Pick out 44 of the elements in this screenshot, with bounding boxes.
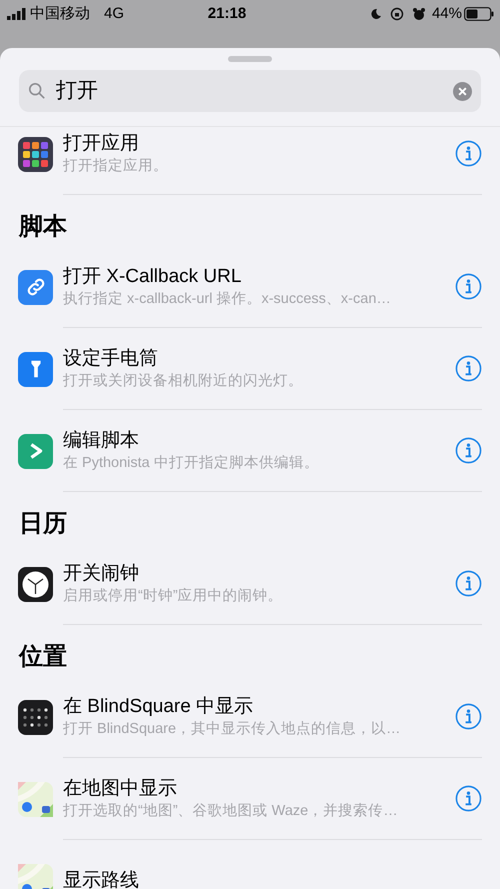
grabber-handle[interactable] — [228, 56, 272, 62]
map-icon — [18, 782, 53, 816]
action-title: 设定手电筒 — [63, 346, 159, 370]
signal-icon — [6, 8, 28, 20]
info-icon[interactable] — [455, 570, 482, 597]
action-title: 打开 X-Callback URL — [63, 264, 242, 288]
network-type: 4G — [104, 4, 124, 24]
link-icon — [18, 270, 53, 304]
carrier-name: 中国移动 — [30, 4, 90, 24]
info-icon[interactable] — [455, 703, 482, 730]
action-description: 打开 BlindSquare，其中显示传入地点的信息，以… — [63, 720, 402, 738]
dot-grid-icon — [18, 700, 53, 734]
action-description: 执行指定 x-callback-url 操作。x-success、x-can… — [63, 290, 392, 308]
action-description: 启用或停用“时钟”应用中的闹钟。 — [63, 586, 284, 606]
action-title: 编辑脚本 — [63, 428, 140, 452]
section-header: 日历 — [19, 509, 67, 539]
clock-time: 21:18 — [208, 4, 248, 24]
search-icon — [28, 82, 46, 100]
clear-icon[interactable] — [453, 82, 472, 100]
action-description: 打开或关闭设备相机附近的闪光灯。 — [63, 372, 304, 390]
section-header: 脚本 — [19, 212, 67, 242]
moon-icon — [370, 8, 382, 20]
action-description: 打开指定应用。 — [63, 156, 169, 176]
clock-icon — [18, 566, 53, 602]
section-header: 位置 — [19, 642, 67, 672]
info-icon[interactable] — [455, 437, 482, 464]
action-description: 在 Pythonista 中打开指定脚本供编辑。 — [63, 454, 320, 472]
info-icon[interactable] — [455, 355, 482, 382]
info-icon[interactable] — [455, 273, 482, 300]
action-title: 在地图中显示 — [63, 776, 178, 800]
info-icon[interactable] — [455, 785, 482, 812]
info-icon[interactable] — [455, 140, 482, 167]
battery-percentage: 44% — [432, 4, 462, 24]
action-title: 在 BlindSquare 中显示 — [63, 694, 254, 718]
action-title: 打开应用 — [63, 132, 140, 156]
action-title: 开关闹钟 — [63, 562, 140, 586]
battery-icon — [464, 7, 494, 21]
action-description: 打开选取的“地图”、谷歌地图或 Waze，并搜索传… — [63, 802, 399, 820]
action-title: 显示路线 — [63, 869, 140, 889]
app-grid-icon — [18, 136, 53, 172]
flashlight-icon — [18, 352, 53, 386]
search-value: 打开 — [56, 78, 99, 104]
rotation-lock-icon — [390, 7, 404, 21]
search-field[interactable]: 打开 — [19, 70, 481, 112]
